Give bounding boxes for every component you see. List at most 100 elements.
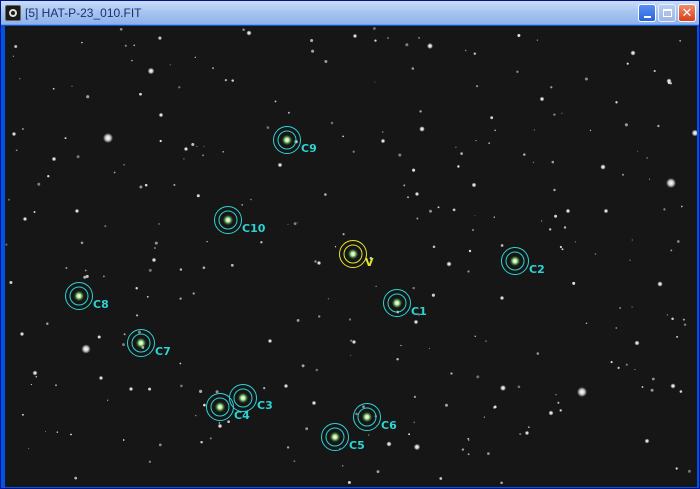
faint-star <box>551 160 555 164</box>
faint-star <box>646 157 648 159</box>
aperture-c1[interactable]: C1 <box>383 289 427 319</box>
faint-star <box>375 285 377 288</box>
faint-star <box>619 307 621 309</box>
faint-star <box>376 470 380 474</box>
faint-star <box>179 268 183 271</box>
faint-star <box>474 335 476 337</box>
image-window[interactable]: [5] HAT-P-23_010.FIT ✕ V C1 C2 C3 C4 C5 C6 C7 <box>0 0 700 489</box>
faint-star <box>293 222 297 226</box>
bright-star <box>524 430 530 436</box>
faint-star <box>457 165 460 168</box>
aperture-label: C6 <box>381 419 397 432</box>
aperture-c10[interactable]: C10 <box>214 206 266 236</box>
faint-star <box>119 27 123 31</box>
faint-star <box>460 152 463 155</box>
close-button[interactable]: ✕ <box>678 4 696 22</box>
aperture-c6[interactable]: C6 <box>353 403 398 433</box>
faint-star <box>559 245 562 249</box>
target-star <box>223 215 233 225</box>
bright-star <box>19 331 25 337</box>
faint-star <box>519 433 522 436</box>
faint-star <box>5 243 8 246</box>
faint-star <box>585 322 588 324</box>
faint-star <box>339 447 341 449</box>
minimize-button[interactable] <box>638 4 656 22</box>
bright-star <box>413 443 421 451</box>
target-star <box>136 338 146 348</box>
faint-star <box>641 386 644 388</box>
faint-star <box>148 460 152 463</box>
window-title: [5] HAT-P-23_010.FIT <box>25 6 142 20</box>
faint-star <box>561 112 563 114</box>
faint-star <box>490 116 494 120</box>
minimize-icon <box>643 15 651 18</box>
faint-star <box>56 431 59 433</box>
faint-star <box>154 247 156 249</box>
faint-star <box>324 59 328 64</box>
faint-star <box>467 270 470 273</box>
faint-star <box>536 352 540 355</box>
faint-star <box>178 86 181 89</box>
faint-star <box>452 208 456 212</box>
faint-star <box>123 333 126 336</box>
maximize-button[interactable] <box>658 4 676 22</box>
faint-star <box>483 416 486 418</box>
faint-star <box>70 433 72 436</box>
faint-star <box>293 460 296 463</box>
faint-star <box>653 69 656 73</box>
faint-star <box>584 77 588 81</box>
faint-star <box>396 357 399 361</box>
target-star <box>510 256 520 266</box>
target-star <box>330 432 340 442</box>
faint-star <box>536 39 539 41</box>
faint-star <box>559 409 562 412</box>
bright-star <box>11 131 17 137</box>
title-bar[interactable]: [5] HAT-P-23_010.FIT ✕ <box>1 1 699 25</box>
faint-star <box>341 465 344 467</box>
faint-star <box>634 368 636 371</box>
faint-star <box>224 78 228 82</box>
faint-star <box>274 100 277 103</box>
aperture-label: C4 <box>234 409 250 422</box>
faint-star <box>416 217 419 220</box>
aperture-c8[interactable]: C8 <box>65 282 109 312</box>
faint-star <box>467 453 470 456</box>
aperture-label: C7 <box>155 345 171 358</box>
faint-star <box>625 363 628 366</box>
bright-star <box>603 208 609 214</box>
bright-star <box>22 216 28 222</box>
faint-star <box>122 439 125 441</box>
faint-star <box>179 362 182 365</box>
aperture-c2[interactable]: C2 <box>501 247 545 277</box>
faint-star <box>411 67 415 70</box>
target-star <box>362 412 372 422</box>
faint-star <box>382 131 384 133</box>
faint-star <box>139 185 143 189</box>
bright-star <box>386 441 392 447</box>
faint-star <box>230 263 234 267</box>
faint-star <box>287 111 290 114</box>
fits-image-view[interactable]: V C1 C2 C3 C4 C5 C6 C7 C8 C9 C10 <box>5 26 697 487</box>
faint-star <box>675 467 678 470</box>
aperture-v[interactable]: V <box>339 240 375 270</box>
bright-star <box>499 295 505 301</box>
faint-star <box>648 178 651 180</box>
faint-star <box>260 241 263 244</box>
faint-star <box>46 322 49 325</box>
faint-star <box>203 145 205 147</box>
faint-star <box>574 241 577 243</box>
faint-star <box>250 198 252 201</box>
faint-star <box>297 222 299 224</box>
bright-star <box>666 78 672 84</box>
faint-star <box>541 220 543 222</box>
faint-star <box>687 469 691 473</box>
faint-star <box>21 413 24 416</box>
telescope-app-icon[interactable] <box>5 5 21 21</box>
bright-star <box>246 30 252 36</box>
aperture-c7[interactable]: C7 <box>127 329 171 359</box>
bright-star <box>51 156 57 162</box>
faint-star <box>148 268 152 272</box>
aperture-c3[interactable]: C3 <box>229 384 273 413</box>
bright-star <box>81 344 91 354</box>
faint-star <box>9 281 13 284</box>
